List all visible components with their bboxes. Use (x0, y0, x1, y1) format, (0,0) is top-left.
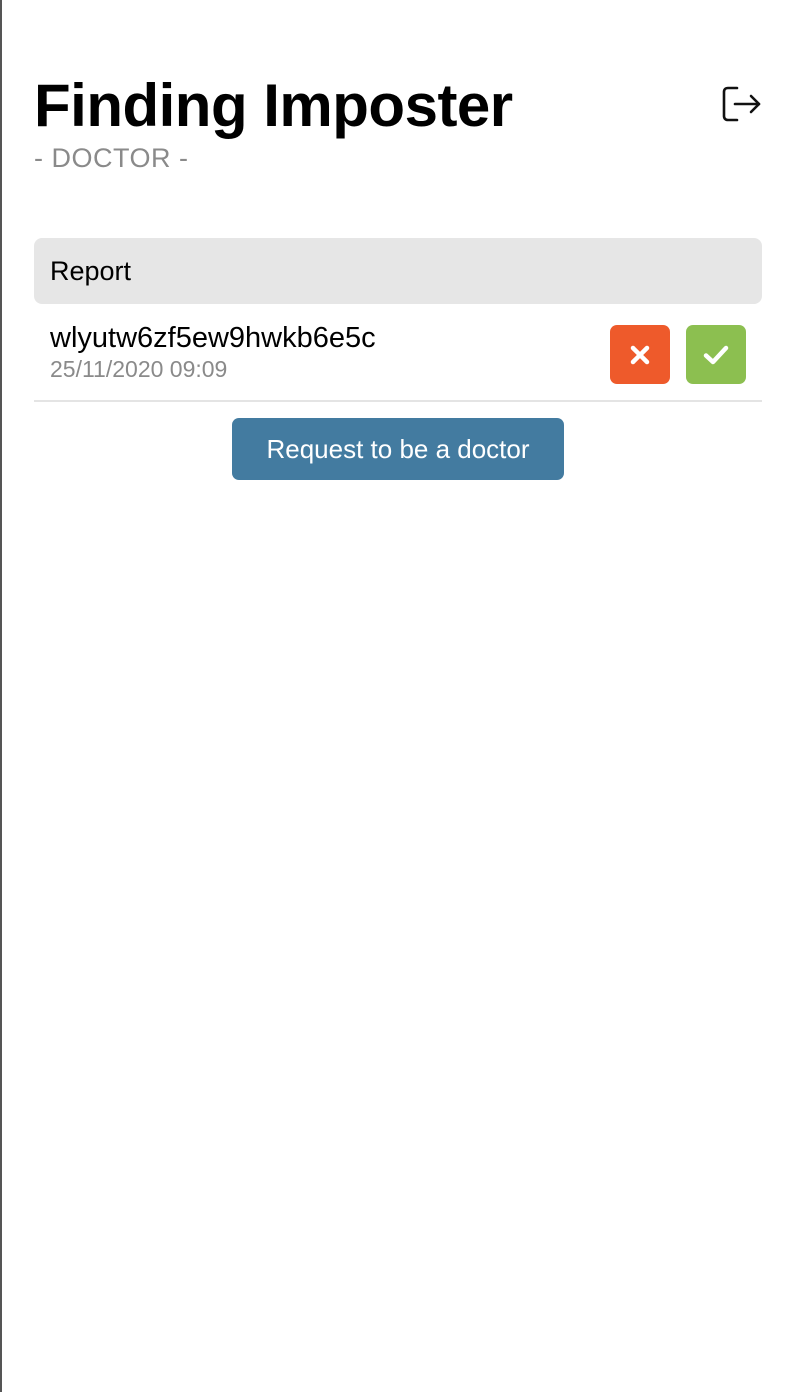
page-title: Finding Imposter (34, 72, 513, 139)
request-doctor-button[interactable]: Request to be a doctor (232, 418, 564, 480)
header: Finding Imposter - DOCTOR - (34, 0, 762, 200)
report-list-item: wlyutw6zf5ew9hwkb6e5c 25/11/2020 09:09 (34, 304, 762, 402)
x-icon (630, 345, 650, 364)
report-section-header: Report (34, 238, 762, 304)
logout-icon[interactable] (720, 82, 762, 126)
report-section-label: Report (50, 256, 132, 286)
check-icon (703, 345, 729, 364)
approve-button[interactable] (686, 325, 746, 384)
page: Finding Imposter - DOCTOR - Report wlyut… (34, 0, 762, 480)
report-id: wlyutw6zf5ew9hwkb6e5c (50, 322, 376, 354)
window-left-border (0, 0, 2, 1392)
report-timestamp: 25/11/2020 09:09 (50, 356, 228, 382)
role-subtitle: - DOCTOR - (34, 143, 189, 173)
reject-button[interactable] (610, 325, 670, 384)
